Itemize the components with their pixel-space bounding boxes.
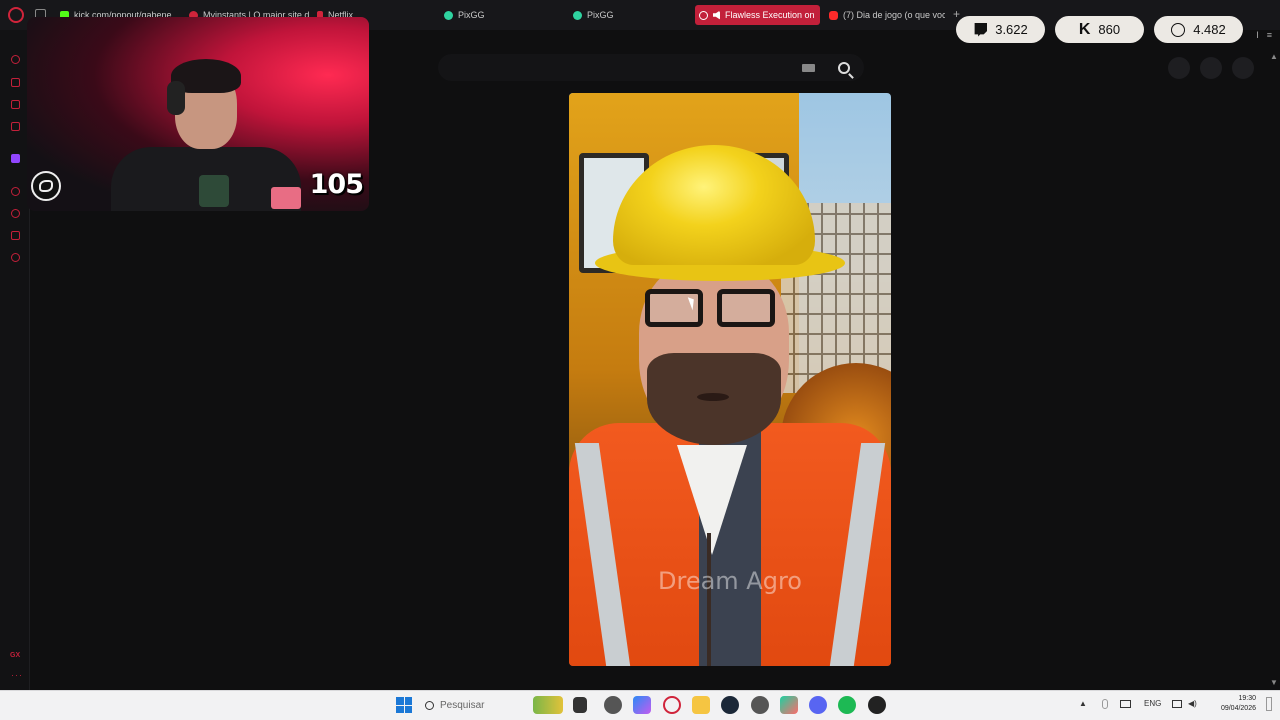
taskbar-app2-icon[interactable] <box>751 696 769 714</box>
total-viewers-count: 4.482 <box>1193 22 1226 37</box>
tray-mic-icon[interactable] <box>1102 699 1108 709</box>
opera-gx-logo-icon[interactable] <box>8 7 24 23</box>
tray-keyboard-icon[interactable] <box>1120 700 1131 708</box>
search-icon <box>425 700 434 710</box>
twitch-viewers-count: 3.622 <box>995 22 1028 37</box>
sidebar-news-icon[interactable] <box>11 122 20 131</box>
kick-icon: K <box>1078 20 1091 38</box>
search-icon <box>837 61 850 74</box>
topright-label: I <box>1256 30 1259 40</box>
taskbar-copilot-icon[interactable] <box>633 696 651 714</box>
sidebar-messenger-icon[interactable] <box>11 100 20 109</box>
keyboard-icon[interactable] <box>802 64 815 72</box>
taskbar-explorer-icon[interactable] <box>692 696 710 714</box>
search-button[interactable] <box>831 55 856 80</box>
taskbar-widget-icon[interactable] <box>533 696 563 714</box>
kick-viewers-count: 860 <box>1098 22 1121 37</box>
tab-youtube[interactable]: (7) Dia de jogo (o que você <box>825 5 945 25</box>
circle-button-3[interactable] <box>1232 57 1254 79</box>
twitch-icon <box>974 22 988 37</box>
tray-notification-icon[interactable] <box>1266 697 1272 711</box>
tab-pixgg-2[interactable]: PixGG <box>569 5 679 25</box>
menu-icon[interactable]: ≡ <box>1267 30 1272 40</box>
search-input[interactable] <box>438 54 864 81</box>
tray-network-icon[interactable] <box>1172 700 1182 708</box>
opera-sidebar: GX ··· <box>0 30 30 690</box>
new-tab-icon[interactable]: + <box>953 7 960 21</box>
circle-button-2[interactable] <box>1200 57 1222 79</box>
total-viewers-pill: 4.482 <box>1154 16 1243 43</box>
pixgg-icon <box>444 10 453 20</box>
taskbar-taskview-icon[interactable] <box>573 697 587 713</box>
twitch-viewers-pill: 3.622 <box>956 16 1045 43</box>
tab-pixgg-1[interactable]: PixGG <box>440 5 550 25</box>
sidebar-player-icon[interactable] <box>11 187 20 196</box>
screen: kick.com/popout/gabene... Myinstants | O… <box>0 0 1280 720</box>
globe-icon <box>1171 22 1186 37</box>
tab-label: PixGG <box>587 10 614 20</box>
sidebar-twitch-icon[interactable] <box>11 154 20 163</box>
taskbar-spotify-icon[interactable] <box>838 696 856 714</box>
tab-label: (7) Dia de jogo (o que você <box>843 10 945 20</box>
tray-volume-icon[interactable]: ◀) <box>1188 699 1197 708</box>
webcam-overlay: 105 <box>27 17 369 211</box>
tab-label: Flawless Execution on <box>725 10 815 20</box>
webcam-counter: 105 <box>309 169 364 200</box>
audio-icon <box>713 10 720 20</box>
sidebar-settings-icon[interactable] <box>11 253 20 262</box>
taskbar-app1-icon[interactable] <box>604 696 622 714</box>
scroll-up-arrow-icon[interactable]: ▲ <box>1270 52 1278 61</box>
kick-viewers-pill: K 860 <box>1055 16 1144 43</box>
sidebar-gx-control-icon[interactable] <box>11 55 20 64</box>
sidebar-more-icon[interactable]: ··· <box>11 670 23 680</box>
taskbar-steam-icon[interactable] <box>721 696 739 714</box>
scroll-down-arrow-icon[interactable]: ▼ <box>1270 678 1278 687</box>
sidebar-history-icon[interactable] <box>11 209 20 218</box>
channel-logo-icon <box>31 171 61 201</box>
headset-icon <box>167 81 185 115</box>
tray-language[interactable]: ENG <box>1144 699 1161 708</box>
loading-icon <box>699 10 708 20</box>
tray-chevron-icon[interactable]: ▲ <box>1079 699 1087 708</box>
taskbar-clock[interactable]: 19:30 09/04/2026 <box>1206 694 1256 714</box>
window-controls: I ≡ <box>1256 30 1272 40</box>
taskbar-capcut-icon[interactable] <box>780 696 798 714</box>
clock-date: 09/04/2026 <box>1220 705 1256 712</box>
clock-time: 19:30 <box>1238 695 1256 702</box>
taskbar-search[interactable]: Pesquisar <box>425 696 535 714</box>
sidebar-gx-label: GX <box>10 652 21 659</box>
windows-start-icon[interactable] <box>396 697 412 713</box>
taskbar-opera-icon[interactable] <box>663 696 681 714</box>
taskbar-discord-icon[interactable] <box>809 696 827 714</box>
tab-flawless-execution[interactable]: Flawless Execution on <box>695 5 820 25</box>
video-watermark: Dream Agro <box>658 567 802 595</box>
video-player[interactable]: Dream Agro <box>569 93 891 666</box>
tab-label: PixGG <box>458 10 485 20</box>
device <box>271 187 301 209</box>
youtube-icon <box>829 10 838 20</box>
glasses <box>645 289 785 329</box>
pixgg-icon <box>573 10 582 20</box>
circle-button-1[interactable] <box>1168 57 1190 79</box>
taskbar-obs-icon[interactable] <box>868 696 886 714</box>
sidebar-extensions-icon[interactable] <box>11 231 20 240</box>
sidebar-bag-icon[interactable] <box>11 78 20 87</box>
taskbar-search-placeholder: Pesquisar <box>440 699 485 711</box>
